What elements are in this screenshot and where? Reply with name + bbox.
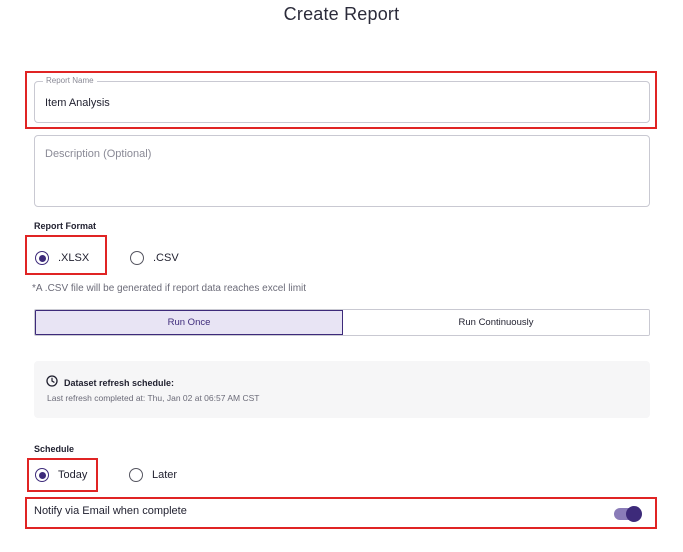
dataset-refresh-subtitle: Last refresh completed at: Thu, Jan 02 a…	[47, 393, 260, 403]
clock-icon	[46, 374, 58, 392]
report-format-label: Report Format	[34, 221, 97, 231]
csv-limit-note: *A .CSV file will be generated if report…	[32, 283, 307, 294]
radio-csv[interactable]: .CSV	[130, 251, 179, 265]
radio-today-dot	[38, 471, 46, 479]
radio-later[interactable]: Later	[129, 468, 177, 482]
run-continuously-button[interactable]: Run Continuously	[343, 310, 649, 335]
notify-email-toggle-knob	[626, 506, 642, 522]
report-name-input[interactable]	[45, 97, 625, 109]
radio-xlsx-circle[interactable]	[35, 251, 49, 265]
radio-csv-circle[interactable]	[130, 251, 144, 265]
radio-xlsx-dot	[38, 254, 46, 262]
run-mode-toggle: Run Once Run Continuously	[34, 309, 650, 336]
description-input[interactable]	[45, 148, 635, 198]
dataset-refresh-panel: Dataset refresh schedule: Last refresh c…	[34, 361, 650, 418]
radio-xlsx[interactable]: .XLSX	[35, 251, 89, 265]
radio-csv-label: .CSV	[153, 252, 179, 264]
schedule-label: Schedule	[34, 444, 75, 454]
notify-email-label: Notify via Email when complete	[34, 505, 187, 517]
dataset-refresh-title: Dataset refresh schedule:	[64, 378, 175, 388]
run-once-button[interactable]: Run Once	[35, 310, 343, 335]
radio-xlsx-label: .XLSX	[58, 252, 90, 264]
radio-today-label: Today	[58, 469, 88, 481]
report-name-field[interactable]: Report Name	[34, 76, 650, 123]
description-field[interactable]	[34, 135, 650, 207]
radio-later-circle[interactable]	[129, 468, 143, 482]
radio-later-label: Later	[152, 469, 178, 481]
report-name-legend: Report Name	[43, 76, 97, 86]
radio-today[interactable]: Today	[35, 468, 87, 482]
radio-today-circle[interactable]	[35, 468, 49, 482]
dataset-refresh-header: Dataset refresh schedule:	[46, 374, 174, 392]
notify-email-toggle[interactable]	[614, 506, 642, 522]
page-title: Create Report	[283, 4, 400, 24]
